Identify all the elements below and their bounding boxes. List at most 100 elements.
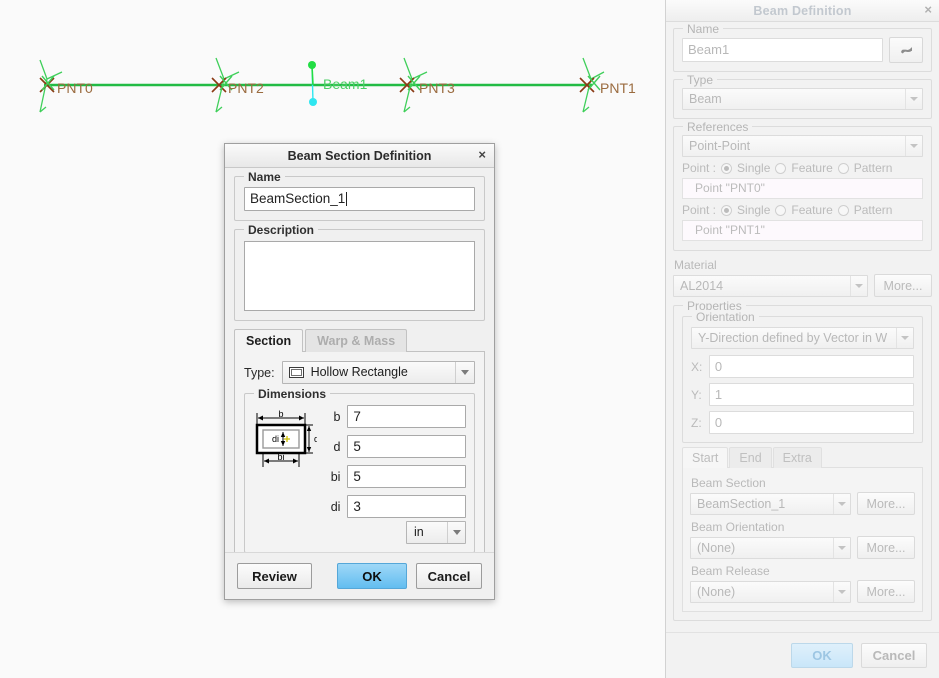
orientation-z-input[interactable]: 0 bbox=[708, 411, 914, 434]
radio-feature-1-label: Feature bbox=[791, 203, 833, 217]
dimension-row-bi: bi 5 bbox=[327, 465, 466, 488]
radio-pattern-0[interactable] bbox=[837, 162, 849, 174]
dimension-input-d[interactable]: 5 bbox=[347, 435, 466, 458]
radio-single-1-label: Single bbox=[737, 203, 771, 217]
beam-section-dropdown[interactable]: BeamSection_1 bbox=[690, 492, 851, 515]
beam-definition-dialog[interactable]: Beam Definition × Name Beam1 Type Beam R… bbox=[665, 0, 939, 678]
orientation-y-row: Y: 1 bbox=[691, 383, 914, 406]
orientation-mode-value: Y-Direction defined by Vector in W bbox=[698, 331, 888, 345]
orientation-y-input[interactable]: 1 bbox=[708, 383, 914, 406]
unit-dropdown[interactable]: in bbox=[406, 521, 466, 544]
beam-definition-ok-button[interactable]: OK bbox=[791, 643, 853, 668]
orientation-x-label: X: bbox=[691, 359, 703, 374]
tab-extra[interactable]: Extra bbox=[772, 447, 822, 468]
section-name-group: Name BeamSection_1 bbox=[234, 170, 485, 221]
beam-section-more-button[interactable]: More... bbox=[857, 492, 915, 515]
beam-definition-footer: OK Cancel bbox=[666, 632, 939, 678]
orientation-group: Orientation Y-Direction defined by Vecto… bbox=[682, 310, 923, 443]
beam-orientation-dropdown[interactable]: (None) bbox=[690, 536, 851, 559]
properties-group: Properties Orientation Y-Direction defin… bbox=[673, 299, 932, 621]
beam-type-dropdown[interactable]: Beam bbox=[682, 88, 923, 110]
beam-section-value: BeamSection_1 bbox=[697, 496, 786, 511]
material-label: Material bbox=[674, 258, 717, 272]
close-icon[interactable]: × bbox=[478, 147, 486, 162]
beam-release-value: (None) bbox=[697, 584, 736, 599]
dimension-input-di[interactable]: 3 bbox=[347, 495, 466, 518]
section-type-dropdown[interactable]: Hollow Rectangle bbox=[281, 361, 475, 384]
name-group-legend: Name bbox=[683, 22, 724, 36]
beam-section-label: Beam Section bbox=[691, 476, 766, 490]
radio-single-0-label: Single bbox=[737, 161, 771, 175]
beam-section-ok-button[interactable]: OK bbox=[337, 563, 407, 589]
tab-section[interactable]: Section bbox=[234, 329, 304, 352]
svg-text:bi: bi bbox=[277, 452, 284, 462]
hollow-rectangle-icon bbox=[288, 367, 304, 378]
beam-orientation-value: (None) bbox=[697, 540, 736, 555]
beam-section-cancel-button[interactable]: Cancel bbox=[416, 563, 482, 589]
orientation-mode-dropdown[interactable]: Y-Direction defined by Vector in W bbox=[691, 327, 914, 349]
flip-icon[interactable] bbox=[889, 37, 923, 63]
section-tabs: Section Warp & Mass bbox=[234, 329, 485, 352]
dimensions-group: Dimensions b di d bi b 7 d 5 bi 5 di 3 i… bbox=[244, 387, 475, 553]
beam-orientation-more-button[interactable]: More... bbox=[857, 536, 915, 559]
review-button[interactable]: Review bbox=[237, 563, 312, 589]
section-name-input[interactable]: BeamSection_1 bbox=[244, 187, 475, 211]
properties-tabpanel: Beam Section BeamSection_1 More... Beam … bbox=[682, 467, 923, 612]
references-group: References Point-Point Point : Single Fe… bbox=[673, 120, 932, 251]
name-group: Name Beam1 bbox=[673, 22, 932, 72]
point-0-reference-field[interactable]: Point "PNT0" bbox=[682, 178, 923, 199]
beam-orientation-label: Beam Orientation bbox=[691, 520, 785, 534]
section-type-value: Hollow Rectangle bbox=[310, 365, 408, 379]
dimension-label-bi: bi bbox=[330, 469, 341, 484]
material-more-button[interactable]: More... bbox=[874, 274, 932, 297]
beam-definition-titlebar: Beam Definition × bbox=[666, 0, 939, 22]
dimension-label-d: d bbox=[333, 439, 341, 454]
application-window: PNT0 PNT2 Beam1 PNT3 PNT1 Beam Definitio… bbox=[0, 0, 939, 678]
dimensions-wrap: b di d bi b 7 d 5 bi 5 di 3 in bbox=[253, 405, 466, 544]
orientation-x-input[interactable]: 0 bbox=[708, 355, 914, 378]
section-tabpanel: Type: Hollow Rectangle Dimensions b di d… bbox=[234, 351, 485, 559]
beam-release-dropdown[interactable]: (None) bbox=[690, 580, 851, 603]
beam-orientation-marker bbox=[308, 61, 317, 106]
tab-warp-and-mass[interactable]: Warp & Mass bbox=[305, 329, 408, 352]
radio-single-1[interactable] bbox=[721, 204, 733, 216]
point-1-reference-field[interactable]: Point "PNT1" bbox=[682, 220, 923, 241]
beam-definition-body: Name Beam1 Type Beam References Point-Po… bbox=[666, 22, 939, 621]
radio-feature-0[interactable] bbox=[775, 162, 787, 174]
chevron-down-icon bbox=[833, 537, 850, 558]
dimension-input-b[interactable]: 7 bbox=[347, 405, 466, 428]
properties-tabs: Start End Extra bbox=[682, 447, 923, 468]
type-group-legend: Type bbox=[683, 73, 718, 87]
type-group: Type Beam bbox=[673, 73, 932, 119]
dimension-row-b: b 7 bbox=[327, 405, 466, 428]
reference-mode-value: Point-Point bbox=[689, 139, 751, 153]
section-name-legend: Name bbox=[244, 170, 285, 184]
chevron-down-icon bbox=[833, 581, 850, 602]
dimension-input-bi[interactable]: 5 bbox=[347, 465, 466, 488]
beam-definition-cancel-button[interactable]: Cancel bbox=[861, 643, 927, 668]
close-icon[interactable]: × bbox=[924, 3, 932, 17]
beam-orientation-row: (None) More... bbox=[690, 536, 915, 559]
radio-feature-0-label: Feature bbox=[791, 161, 833, 175]
radio-pattern-1[interactable] bbox=[837, 204, 849, 216]
svg-text:b: b bbox=[278, 409, 283, 419]
beam-section-definition-dialog[interactable]: Beam Section Definition × Name BeamSecti… bbox=[224, 143, 495, 600]
beam-definition-title: Beam Definition bbox=[753, 3, 852, 18]
beam-release-more-button[interactable]: More... bbox=[857, 580, 915, 603]
beam-type-value: Beam bbox=[689, 92, 722, 106]
tab-start[interactable]: Start bbox=[682, 447, 729, 468]
radio-feature-1[interactable] bbox=[775, 204, 787, 216]
section-description-textarea[interactable] bbox=[244, 241, 475, 311]
beam-name-input[interactable]: Beam1 bbox=[682, 38, 883, 62]
chevron-down-icon bbox=[850, 275, 867, 296]
chevron-down-icon bbox=[896, 328, 913, 348]
beam-section-body: Name BeamSection_1 Description Section W… bbox=[225, 168, 494, 559]
dimension-row-d: d 5 bbox=[327, 435, 466, 458]
chevron-down-icon bbox=[447, 522, 465, 543]
material-dropdown[interactable]: AL2014 bbox=[673, 274, 868, 297]
reference-mode-dropdown[interactable]: Point-Point bbox=[682, 135, 923, 157]
beam-section-titlebar: Beam Section Definition × bbox=[225, 144, 494, 168]
radio-single-0[interactable] bbox=[721, 162, 733, 174]
tab-end[interactable]: End bbox=[729, 447, 772, 468]
material-section: Material AL2014 More... bbox=[673, 258, 932, 297]
